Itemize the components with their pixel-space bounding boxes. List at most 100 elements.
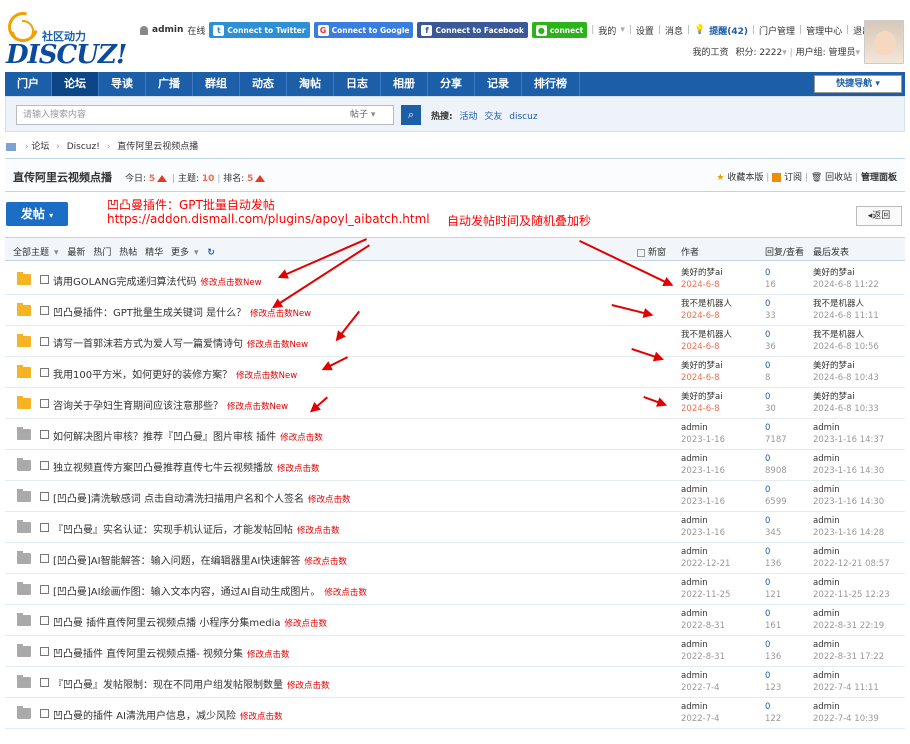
last-post-time[interactable]: 2024-6-8 10:33 xyxy=(813,404,879,414)
back-button[interactable]: ◂返回 xyxy=(856,206,902,226)
last-post-time[interactable]: 2022-11-25 12:23 xyxy=(813,590,890,600)
last-post-time[interactable]: 2023-1-16 14:30 xyxy=(813,497,884,507)
author-link[interactable]: 我不是机器人 xyxy=(681,330,732,340)
folder-icon[interactable] xyxy=(17,520,31,533)
settings-link[interactable]: 设置 xyxy=(636,24,654,37)
last-poster-link[interactable]: 美好的梦ai xyxy=(813,361,855,371)
last-poster-link[interactable]: admin xyxy=(813,454,840,464)
last-poster-link[interactable]: admin xyxy=(813,702,840,712)
tab-all[interactable]: 全部主题 xyxy=(13,248,49,258)
recycle-bin-link[interactable]: 回收站 xyxy=(825,173,852,183)
last-poster-link[interactable]: admin xyxy=(813,423,840,433)
last-poster-link[interactable]: admin xyxy=(813,640,840,650)
thread-checkbox[interactable] xyxy=(40,523,49,532)
author-link[interactable]: admin xyxy=(681,547,708,557)
last-post-time[interactable]: 2023-1-16 14:37 xyxy=(813,435,884,445)
nav-item-album[interactable]: 相册 xyxy=(381,72,428,96)
nav-item-collection[interactable]: 淘帖 xyxy=(287,72,334,96)
last-poster-link[interactable]: 美好的梦ai xyxy=(813,268,855,278)
last-post-time[interactable]: 2023-1-16 14:30 xyxy=(813,466,884,476)
thread-title-link[interactable]: [凹凸曼]AI智能解答：输入问题，在编辑器里AI快速解答 xyxy=(53,556,300,567)
reply-count[interactable]: 0 xyxy=(765,671,770,681)
connect-twitter-button[interactable]: t Connect to Twitter xyxy=(209,22,310,38)
author-link[interactable]: admin xyxy=(681,671,708,681)
nav-item-broadcast[interactable]: 广播 xyxy=(146,72,193,96)
folder-icon[interactable] xyxy=(17,365,31,378)
last-post-time[interactable]: 2022-8-31 17:22 xyxy=(813,652,884,662)
nav-item-feed[interactable]: 动态 xyxy=(240,72,287,96)
author-link[interactable]: admin xyxy=(681,640,708,650)
connect-wechat-button[interactable]: ● connect xyxy=(531,22,588,38)
author-link[interactable]: admin xyxy=(681,485,708,495)
thread-checkbox[interactable] xyxy=(40,709,49,718)
nav-item-blog[interactable]: 日志 xyxy=(334,72,381,96)
edit-clicks-link[interactable]: 修改点击数 xyxy=(297,526,340,536)
author-link[interactable]: admin xyxy=(681,609,708,619)
thread-title-link[interactable]: 『凹凸曼』实名认证：实现手机认证后，才能发帖回帖 xyxy=(53,525,293,536)
folder-icon[interactable] xyxy=(17,334,31,347)
connect-google-button[interactable]: G Connect to Google xyxy=(313,22,414,38)
author-link[interactable]: 我不是机器人 xyxy=(681,299,732,309)
reply-count[interactable]: 0 xyxy=(765,423,770,433)
folder-icon[interactable] xyxy=(17,613,31,626)
thread-checkbox[interactable] xyxy=(40,461,49,470)
thread-title-link[interactable]: [凹凸曼]AI绘画作图：输入文本内容，通过AI自动生成图片。 xyxy=(53,587,320,598)
author-link[interactable]: admin xyxy=(681,578,708,588)
reply-count[interactable]: 0 xyxy=(765,640,770,650)
reply-count[interactable]: 0 xyxy=(765,547,770,557)
manage-panel-link[interactable]: 管理面板 xyxy=(861,173,897,183)
tab-hot[interactable]: 热门 xyxy=(93,248,111,258)
reply-count[interactable]: 0 xyxy=(765,702,770,712)
site-logo[interactable]: 社区动力 DISCUZ! xyxy=(2,6,127,70)
author-link[interactable]: 美好的梦ai xyxy=(681,361,723,371)
search-type-select[interactable]: 帖子 ▾ xyxy=(350,106,392,124)
edit-clicks-link[interactable]: 修改点击数 xyxy=(236,371,279,381)
reply-count[interactable]: 0 xyxy=(765,299,770,309)
thread-title-link[interactable]: 凹凸曼插件：GPT批量生成关键词 是什么？ xyxy=(53,308,246,319)
edit-clicks-link[interactable]: 修改点击数 xyxy=(308,495,351,505)
tab-digest[interactable]: 精华 xyxy=(145,248,163,258)
avatar[interactable] xyxy=(864,20,904,64)
last-post-time[interactable]: 2024-6-8 10:43 xyxy=(813,373,879,383)
favorite-forum-link[interactable]: 收藏本版 xyxy=(727,173,763,183)
salary-link[interactable]: 我的工资 xyxy=(693,48,729,58)
refresh-icon[interactable]: ↻ xyxy=(207,248,215,258)
edit-clicks-link[interactable]: 修改点击数 xyxy=(247,650,290,660)
my-menu[interactable]: 我的 xyxy=(598,24,616,37)
thread-checkbox[interactable] xyxy=(40,337,49,346)
thread-checkbox[interactable] xyxy=(40,585,49,594)
reply-count[interactable]: 0 xyxy=(765,454,770,464)
last-poster-link[interactable]: 美好的梦ai xyxy=(813,392,855,402)
nav-item-groups[interactable]: 群组 xyxy=(193,72,240,96)
last-poster-link[interactable]: admin xyxy=(813,516,840,526)
edit-clicks-link[interactable]: 修改点击数 xyxy=(277,464,320,474)
reply-count[interactable]: 0 xyxy=(765,578,770,588)
new-window-checkbox[interactable] xyxy=(637,248,645,257)
new-window-toggle[interactable]: 新窗 xyxy=(637,245,666,258)
folder-icon[interactable] xyxy=(17,644,31,657)
last-post-time[interactable]: 2022-7-4 11:11 xyxy=(813,683,879,693)
thread-checkbox[interactable] xyxy=(40,306,49,315)
edit-clicks-link[interactable]: 修改点击数 xyxy=(280,433,323,443)
last-poster-link[interactable]: admin xyxy=(813,547,840,557)
edit-clicks-link[interactable]: 修改点击数 xyxy=(227,402,270,412)
quick-nav-button[interactable]: 快捷导航 ▾ xyxy=(814,75,902,93)
folder-icon[interactable] xyxy=(17,675,31,688)
home-icon[interactable] xyxy=(6,142,16,151)
subscribe-link[interactable]: 订阅 xyxy=(784,173,802,183)
hot-word-link[interactable]: discuz xyxy=(509,112,537,122)
thread-checkbox[interactable] xyxy=(40,430,49,439)
author-link[interactable]: admin xyxy=(681,516,708,526)
thread-title-link[interactable]: 凹凸曼的插件 AI清洗用户信息，减少风险 xyxy=(53,711,236,722)
last-post-time[interactable]: 2022-7-4 10:39 xyxy=(813,714,879,724)
thread-title-link[interactable]: [凹凸曼]清洗敏感词 点击自动清洗扫描用户名和个人签名 xyxy=(53,494,304,505)
nav-item-guide[interactable]: 导读 xyxy=(99,72,146,96)
thread-title-link[interactable]: 如何解决图片审核？推荐『凹凸曼』图片审核 插件 xyxy=(53,432,276,443)
thread-title-link[interactable]: 凹凸曼 插件直传阿里云视频点播 小程序分集media xyxy=(53,618,281,629)
reply-count[interactable]: 0 xyxy=(765,392,770,402)
nav-item-forum[interactable]: 论坛 xyxy=(52,72,99,96)
nav-item-share[interactable]: 分享 xyxy=(428,72,475,96)
last-poster-link[interactable]: 我不是机器人 xyxy=(813,330,864,340)
thread-title-link[interactable]: 凹凸曼插件 直传阿里云视频点播- 视频分集 xyxy=(53,649,243,660)
last-post-time[interactable]: 2024-6-8 10:56 xyxy=(813,342,879,352)
